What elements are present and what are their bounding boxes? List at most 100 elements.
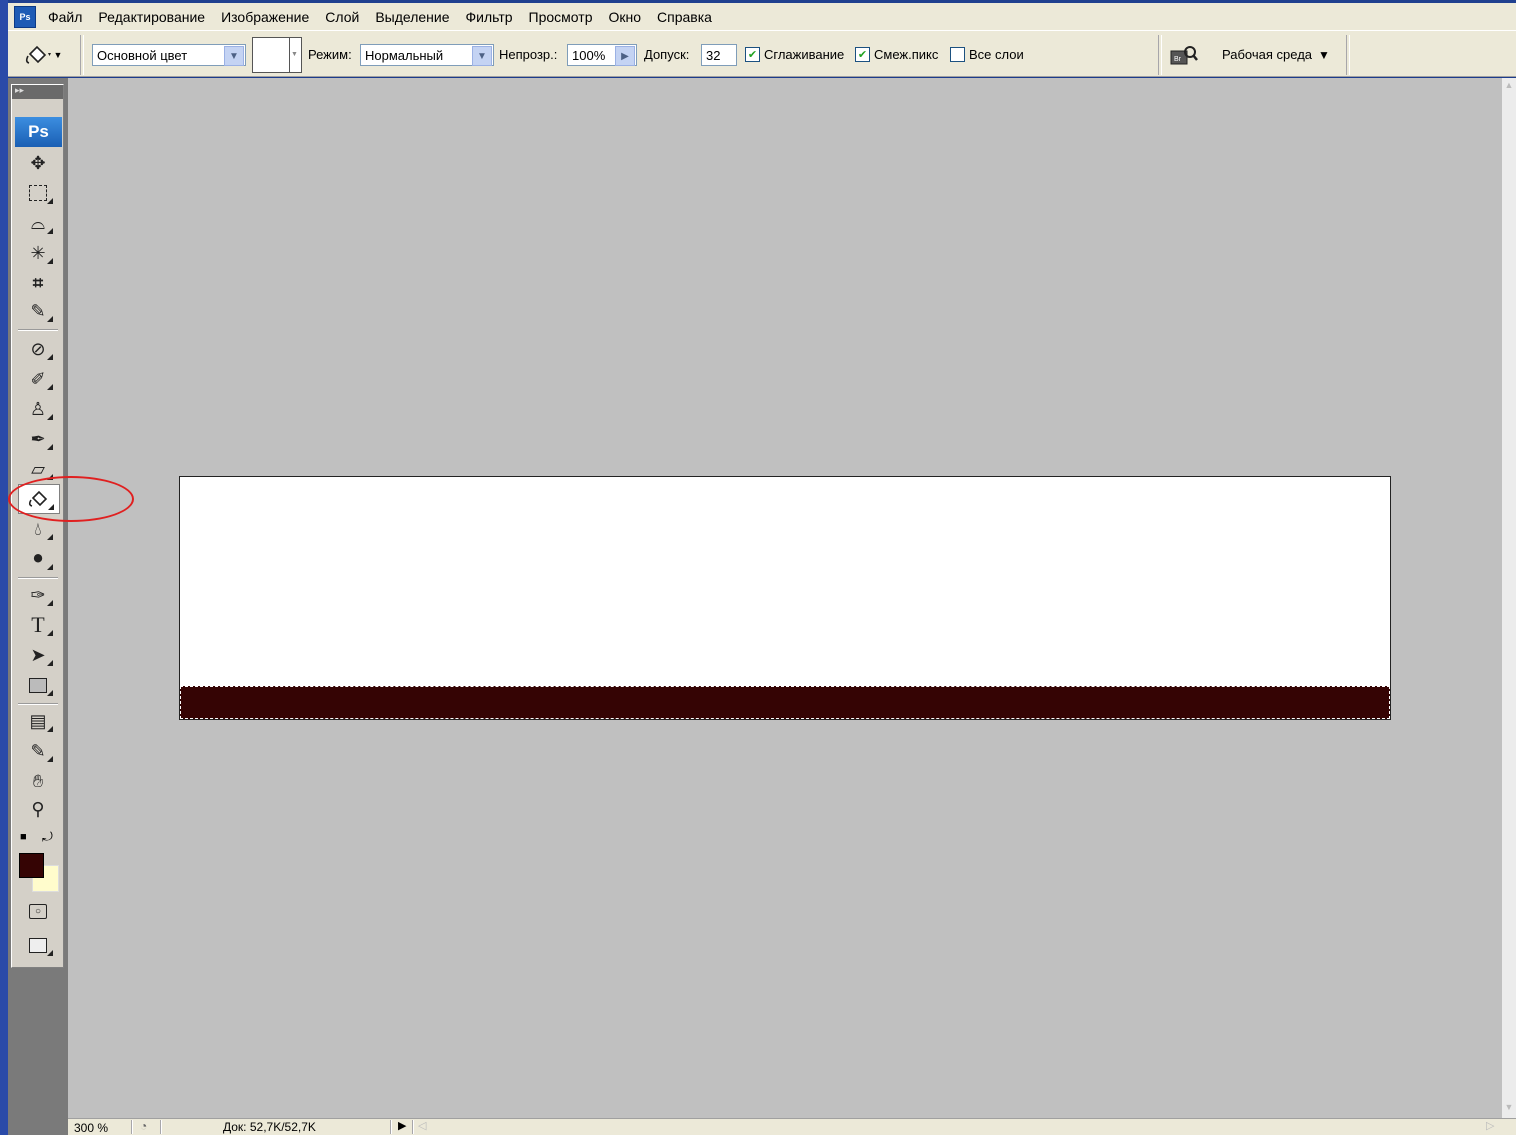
drop-icon: 💧︎ xyxy=(34,518,42,539)
menu-layer[interactable]: Слой xyxy=(317,9,367,25)
submenu-corner-icon xyxy=(47,756,53,762)
ps-logo[interactable]: Ps xyxy=(15,117,62,147)
scroll-right-icon[interactable]: ▷ xyxy=(1486,1119,1494,1132)
eyedropper-icon: ✎ xyxy=(30,740,46,761)
caret-down-icon: ▼ xyxy=(1318,47,1330,62)
all-layers-checkbox[interactable]: Все слои xyxy=(950,31,1024,78)
screen-mode-button[interactable] xyxy=(18,931,58,959)
menu-filter[interactable]: Фильтр xyxy=(458,9,521,25)
lasso-icon: ⌓ xyxy=(30,212,46,233)
submenu-corner-icon xyxy=(47,384,53,390)
status-bar: 300 % ◔ Док: 52,7K/52,7K ▶ ◁ ▷ xyxy=(68,1118,1516,1135)
crop-tool[interactable]: ⌗ xyxy=(18,269,58,297)
vertical-scrollbar[interactable]: ▲ ▼ xyxy=(1502,78,1516,1118)
bandage-icon: ⊘ xyxy=(30,338,46,359)
zoom-tool[interactable]: ⚲ xyxy=(18,795,58,823)
menu-edit[interactable]: Редактирование xyxy=(90,9,213,25)
marquee-tool[interactable] xyxy=(18,179,58,207)
submenu-corner-icon xyxy=(47,444,53,450)
healing-brush-tool[interactable]: ⊘ xyxy=(18,335,58,363)
slice-tool[interactable]: ✎ xyxy=(18,297,58,325)
bridge-button[interactable]: Br xyxy=(1166,31,1202,78)
magic-wand-tool[interactable]: ✳ xyxy=(18,239,58,267)
submenu-corner-icon xyxy=(47,950,53,956)
opacity-label: Непрозр.: xyxy=(499,47,558,62)
shape-tool[interactable] xyxy=(18,671,58,699)
document-canvas[interactable] xyxy=(179,476,1391,720)
quick-mask-icon: ○ xyxy=(29,903,47,919)
menu-window[interactable]: Окно xyxy=(600,9,649,25)
brush-icon: ✐ xyxy=(30,368,46,389)
type-tool[interactable]: T xyxy=(18,611,58,639)
opacity-slider-toggle-icon[interactable]: ▶ xyxy=(615,46,635,66)
submenu-corner-icon xyxy=(47,228,53,234)
move-tool[interactable]: ✥ xyxy=(18,149,58,177)
menu-image[interactable]: Изображение xyxy=(213,9,317,25)
chevron-down-icon: ▼ xyxy=(472,46,492,66)
tool-preset-picker[interactable]: ▼ xyxy=(12,31,72,78)
submenu-corner-icon xyxy=(47,564,53,570)
opacity-value: 100% xyxy=(572,47,606,63)
foreground-color-swatch[interactable] xyxy=(19,853,44,878)
status-divider xyxy=(131,1120,133,1134)
all-layers-label: Все слои xyxy=(969,47,1024,62)
mode-label: Режим: xyxy=(308,47,352,62)
menu-file[interactable]: Файл xyxy=(40,9,90,25)
magic-wand-icon: ✳ xyxy=(30,242,46,263)
submenu-corner-icon xyxy=(47,660,53,666)
panel-grip[interactable]: ▸▸ xyxy=(12,85,63,99)
paint-bucket-icon xyxy=(25,45,51,64)
scroll-up-icon[interactable]: ▲ xyxy=(1503,80,1515,94)
hand-icon: ✋︎ xyxy=(32,770,44,791)
contiguous-checkbox[interactable]: ✔ Смеж.пикс xyxy=(855,31,938,78)
blend-mode-select[interactable]: Нормальный ▼ xyxy=(360,44,494,66)
chevron-down-icon: ▼ xyxy=(53,49,63,60)
quick-mask-button[interactable]: ○ xyxy=(18,897,58,925)
clone-stamp-tool[interactable]: ♙ xyxy=(18,395,58,423)
submenu-corner-icon xyxy=(47,600,53,606)
toolbar-divider xyxy=(1346,35,1350,75)
slice-icon: ✎ xyxy=(30,300,46,321)
marquee-icon xyxy=(29,185,47,201)
antialias-checkbox[interactable]: ✔ Сглаживание xyxy=(745,31,844,78)
scroll-left-icon[interactable]: ◁ xyxy=(418,1119,426,1132)
brush-tool[interactable]: ✐ xyxy=(18,365,58,393)
status-menu-arrow-icon[interactable]: ▶ xyxy=(398,1119,406,1132)
path-selection-tool[interactable]: ➤ xyxy=(18,641,58,669)
tolerance-field[interactable]: 32 xyxy=(701,44,737,66)
submenu-corner-icon xyxy=(47,534,53,540)
menu-view[interactable]: Просмотр xyxy=(521,9,601,25)
pen-tool[interactable]: ✑ xyxy=(18,581,58,609)
status-preview-icon[interactable]: ◔ xyxy=(140,1119,147,1133)
filled-selection[interactable] xyxy=(180,686,1390,719)
notes-tool[interactable]: ▤ xyxy=(18,707,58,735)
pattern-picker-divider xyxy=(289,38,290,72)
hand-tool[interactable]: ✋︎ xyxy=(18,767,58,795)
eyedropper-tool[interactable]: ✎ xyxy=(18,737,58,765)
app-logo-icon[interactable]: Ps xyxy=(14,5,36,28)
screen-mode-icon xyxy=(29,937,47,953)
type-icon: T xyxy=(31,612,45,637)
tolerance-value: 32 xyxy=(706,47,721,63)
check-icon: ✔ xyxy=(745,47,760,62)
fill-source-select[interactable]: Основной цвет ▼ xyxy=(92,44,246,66)
menu-select[interactable]: Выделение xyxy=(367,9,457,25)
lasso-tool[interactable]: ⌓ xyxy=(18,209,58,237)
menu-help[interactable]: Справка xyxy=(649,9,720,25)
svg-text:Br: Br xyxy=(1174,56,1182,63)
dodge-tool[interactable]: ⚫︎ xyxy=(18,545,58,573)
toolbox-divider xyxy=(18,577,58,579)
default-colors-icon[interactable]: ■ xyxy=(20,831,27,843)
history-brush-tool[interactable]: ✒ xyxy=(18,425,58,453)
workspace-menu[interactable]: Рабочая среда ▼ xyxy=(1222,31,1330,78)
document-size: Док: 52,7K/52,7K xyxy=(223,1120,316,1134)
scroll-down-icon[interactable]: ▼ xyxy=(1503,1102,1515,1116)
zoom-level[interactable]: 300 % xyxy=(74,1121,108,1135)
pattern-picker[interactable]: ▼ xyxy=(252,37,302,73)
pen-icon: ✑ xyxy=(30,584,46,605)
menu-bar: Ps Файл Редактирование Изображение Слой … xyxy=(8,3,1516,30)
crop-icon: ⌗ xyxy=(32,272,44,293)
swap-colors-icon[interactable]: ⤾ xyxy=(42,829,53,845)
opacity-field[interactable]: 100% ▶ xyxy=(567,44,637,66)
workspace-label: Рабочая среда xyxy=(1222,47,1313,62)
